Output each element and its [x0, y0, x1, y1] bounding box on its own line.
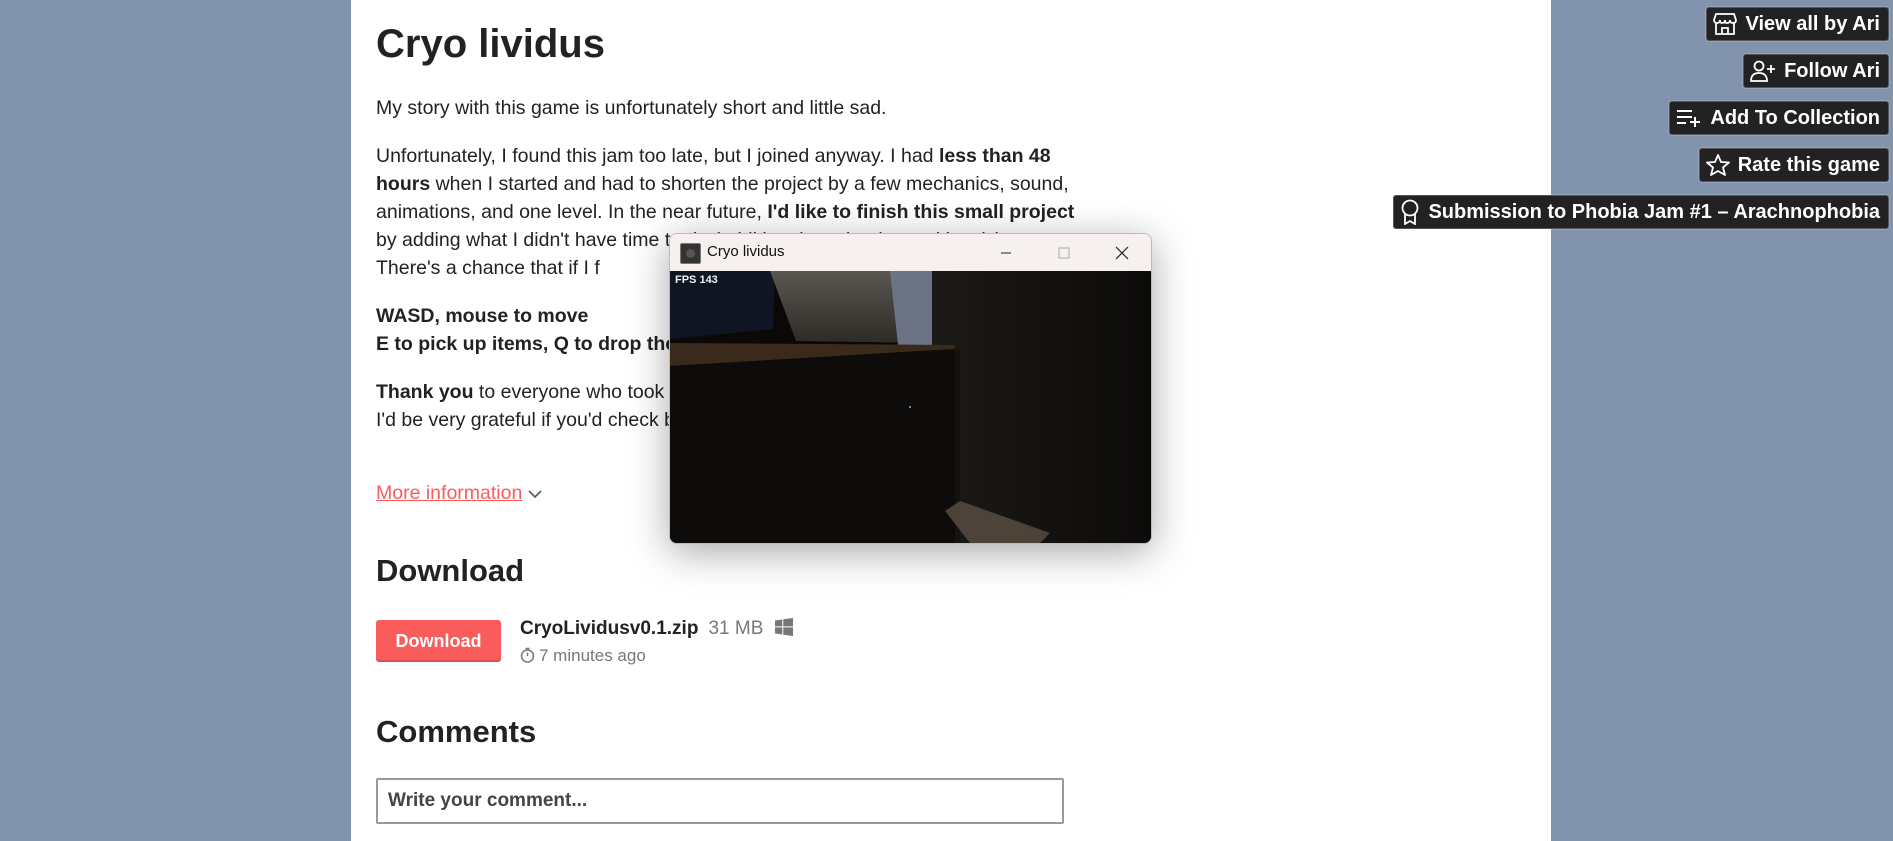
upload-file-info: CryoLividusv0.1.zip 31 MB	[520, 618, 794, 641]
download-button[interactable]: Download	[376, 620, 501, 662]
store-icon	[1713, 13, 1738, 35]
view-all-label: View all by Ari	[1745, 12, 1880, 35]
playlist-add-icon	[1677, 110, 1701, 127]
user-plus-icon	[1750, 60, 1776, 82]
add-to-collection-label: Add To Collection	[1710, 106, 1880, 129]
maximize-button[interactable]	[1035, 234, 1093, 271]
close-icon	[1115, 246, 1129, 259]
desc-p2-bold-3: I'd like to finish this small project	[767, 201, 1075, 223]
chevron-down-icon	[528, 486, 542, 504]
stopwatch-icon	[520, 646, 539, 665]
follow-label: Follow Ari	[1784, 59, 1880, 82]
desc-p4-seg-1: to everyone who took t	[473, 381, 676, 403]
controls-items: E to pick up items, Q to drop them	[376, 333, 694, 355]
desc-paragraph-1: My story with this game is unfortunately…	[376, 97, 887, 119]
star-icon	[1705, 154, 1730, 176]
page-title: Cryo lividus	[376, 22, 605, 66]
ribbon-icon	[1402, 199, 1419, 225]
controls-move: WASD, mouse to move	[376, 305, 589, 327]
game-window[interactable]: Cryo lividus FPS 143	[669, 233, 1152, 544]
view-all-by-ari-button[interactable]: View all by Ari	[1706, 7, 1889, 41]
download-heading: Download	[376, 553, 525, 588]
comment-input[interactable]: Write your comment...	[376, 778, 1064, 824]
file-name: CryoLividusv0.1.zip	[520, 618, 699, 639]
maximize-icon	[1058, 247, 1070, 258]
follow-ari-button[interactable]: Follow Ari	[1743, 54, 1889, 88]
add-to-collection-button[interactable]: Add To Collection	[1669, 101, 1889, 135]
desc-p4-seg-2: I'd be very grateful if you'd check b	[376, 409, 676, 431]
jam-submission-button[interactable]: Submission to Phobia Jam #1 – Arachnopho…	[1393, 195, 1889, 229]
desc-p4-bold-0: Thank you	[376, 381, 474, 403]
rate-game-button[interactable]: Rate this game	[1698, 148, 1889, 182]
minimize-button[interactable]	[977, 234, 1035, 271]
jam-submission-label: Submission to Phobia Jam #1 – Arachnopho…	[1428, 200, 1880, 223]
more-information-link[interactable]: More information	[376, 482, 542, 505]
comments-heading: Comments	[376, 714, 537, 749]
minimize-icon	[1001, 252, 1011, 253]
window-title: Cryo lividus	[707, 243, 785, 260]
game-scene	[670, 271, 1151, 543]
close-window-button[interactable]	[1093, 234, 1151, 271]
window-titlebar[interactable]: Cryo lividus	[670, 234, 1151, 271]
upload-time: 7 minutes ago	[520, 646, 646, 666]
more-information-label: More information	[376, 482, 523, 504]
game-viewport[interactable]: FPS 143	[670, 271, 1151, 543]
fps-counter: FPS 143	[675, 274, 718, 286]
upload-time-text: 7 minutes ago	[539, 646, 646, 665]
windows-icon	[775, 618, 794, 641]
rate-game-label: Rate this game	[1737, 153, 1880, 176]
file-size: 31 MB	[708, 618, 764, 639]
app-icon	[680, 243, 701, 264]
desc-p2-seg-0: Unfortunately, I found this jam too late…	[376, 145, 939, 167]
